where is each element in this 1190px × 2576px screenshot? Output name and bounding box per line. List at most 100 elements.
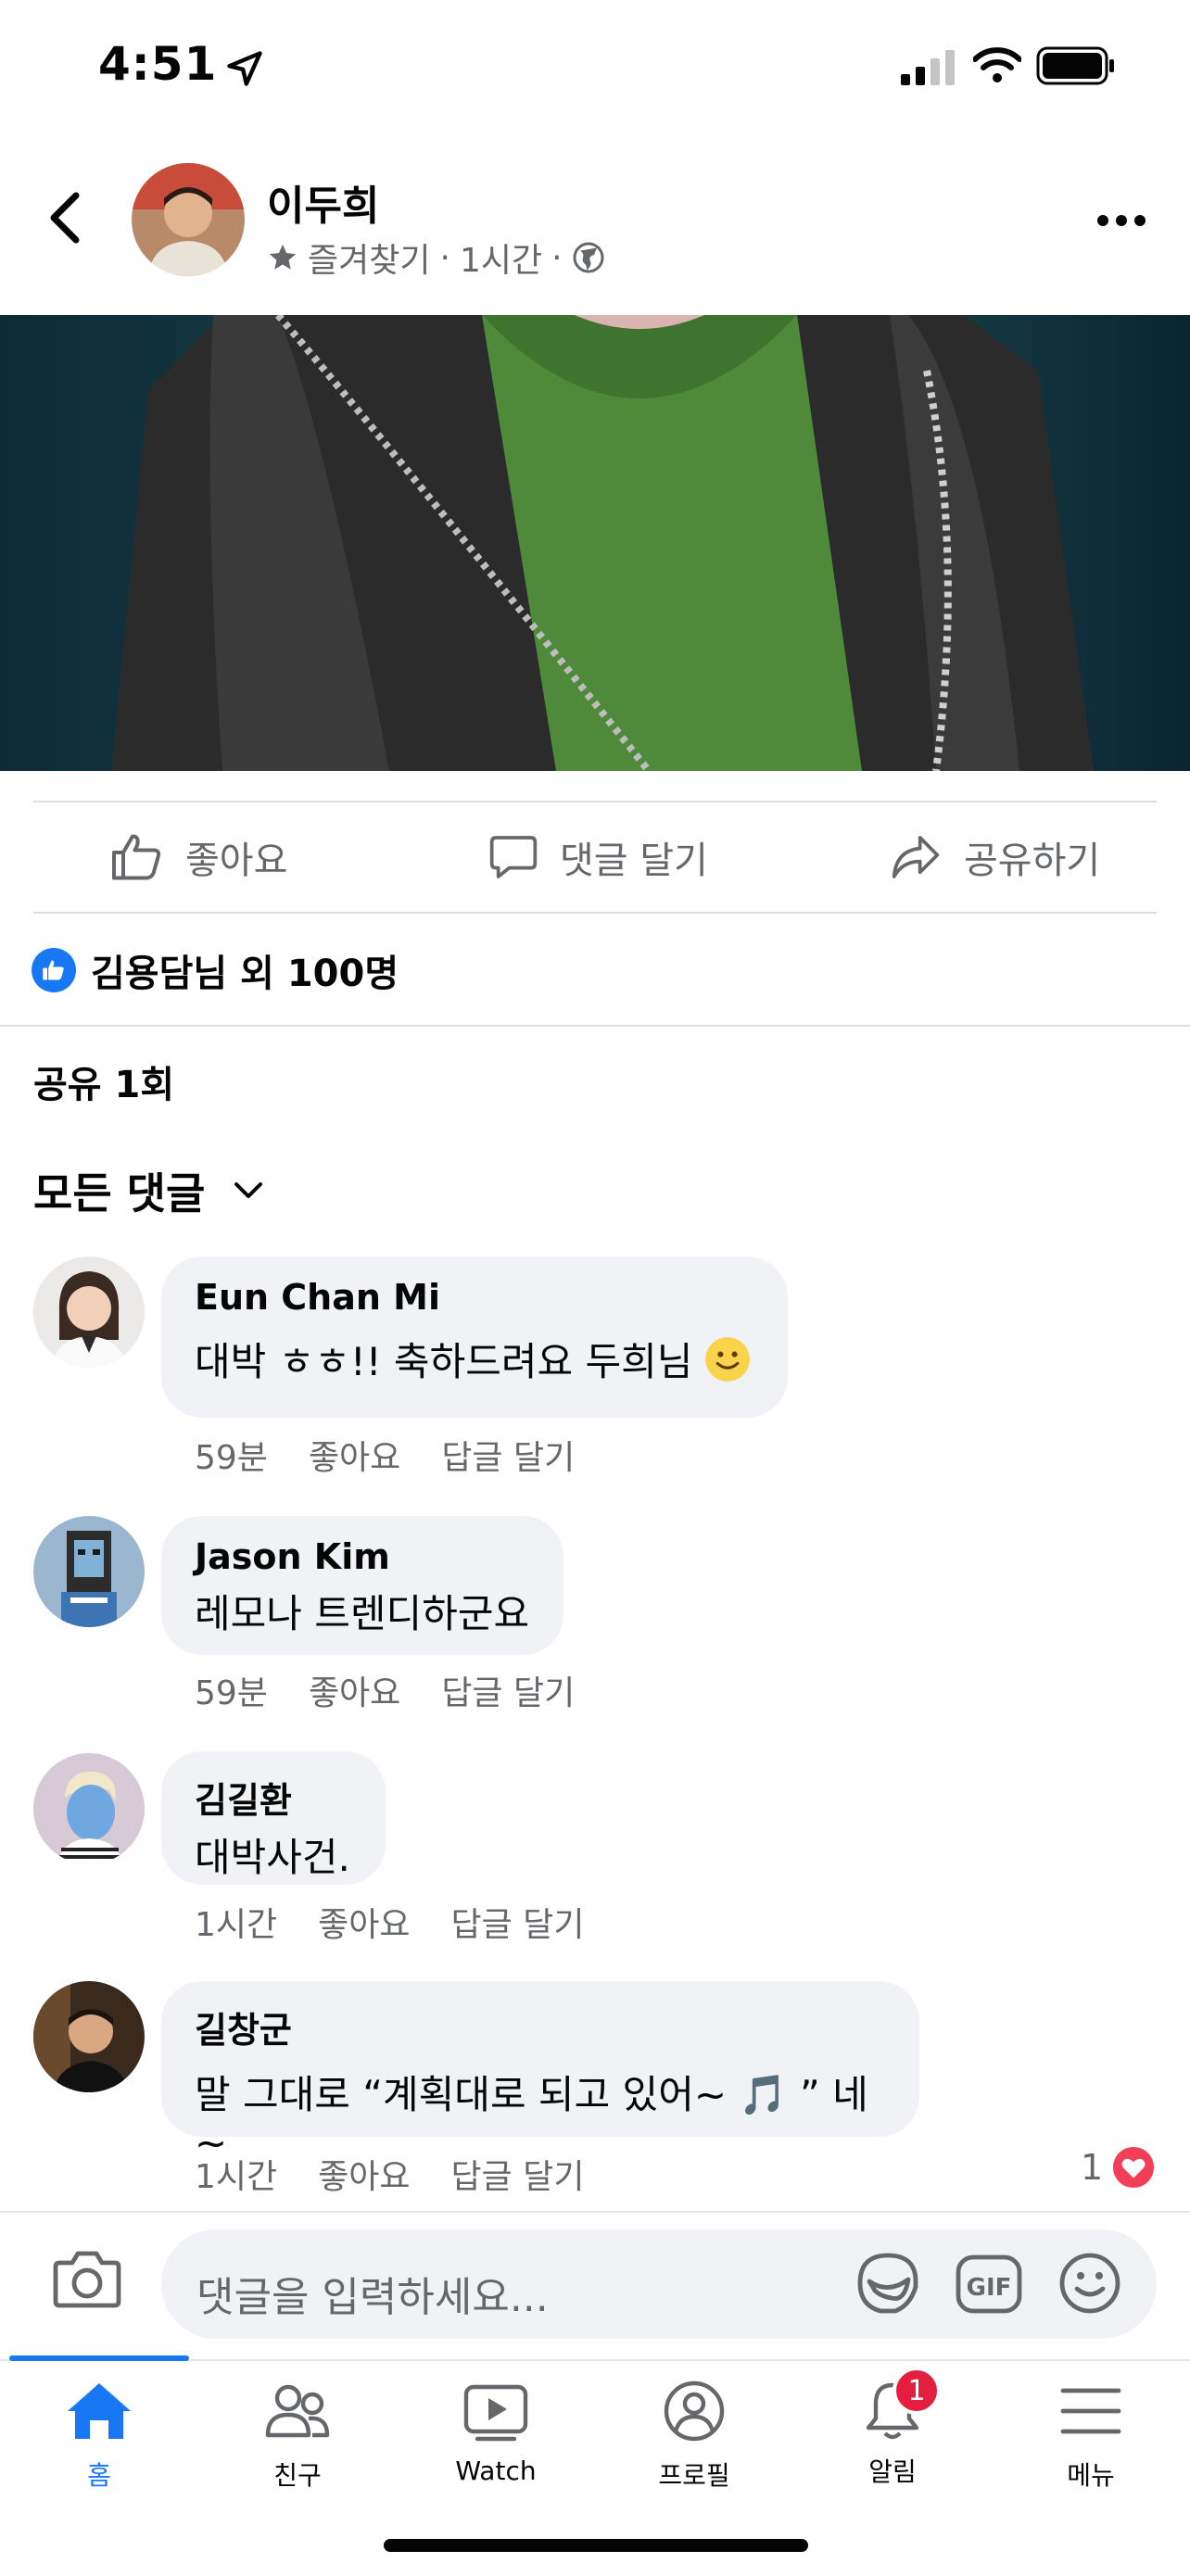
comment-actions: 1시간 좋아요 답글 달기 — [195, 2150, 625, 2198]
like-button[interactable]: 좋아요 — [109, 815, 287, 899]
gif-icon[interactable]: GIF — [955, 2254, 1023, 2315]
comment-text-row: 대박 ㅎㅎ!! 축하드려요 두희님 — [195, 1331, 754, 1387]
comment-like-button[interactable]: 좋아요 — [309, 1666, 400, 1714]
comment-reply-button[interactable]: 답글 달기 — [441, 1666, 575, 1714]
active-tab-indicator — [9, 2355, 189, 2361]
author-name[interactable]: 이두희 — [267, 172, 379, 232]
comment-actions: 59분 좋아요 답글 달기 — [195, 1431, 615, 1479]
comment-actions: 59분 좋아요 답글 달기 — [195, 1666, 615, 1714]
reaction-summary-text: 김용담님 외 100명 — [91, 953, 399, 995]
camera-icon[interactable] — [52, 2248, 122, 2311]
friends-icon — [265, 2384, 330, 2438]
comment-actions: 1시간 좋아요 답글 달기 — [195, 1898, 625, 1946]
comment-sort-label: 모든 댓글 — [33, 1168, 206, 1219]
commenter-avatar[interactable] — [33, 1753, 145, 1864]
share-icon — [892, 836, 940, 878]
profile-icon — [664, 2380, 725, 2442]
commenter-name[interactable]: Jason Kim — [195, 1536, 530, 1577]
post-time[interactable]: 1시간 — [460, 234, 542, 282]
comment-like-button[interactable]: 좋아요 — [318, 1898, 410, 1946]
meta-separator: · — [439, 238, 450, 277]
commenter-name[interactable]: 김길환 — [195, 1772, 352, 1823]
comment-button[interactable]: 댓글 달기 — [487, 815, 708, 899]
tab-watch[interactable]: Watch — [397, 2380, 595, 2486]
more-options-icon[interactable] — [1094, 202, 1149, 239]
post-illustration — [111, 315, 1094, 771]
comment-text: 대박 ㅎㅎ!! 축하드려요 두희님 — [195, 1339, 693, 1384]
tab-label: 알림 — [868, 2456, 917, 2487]
comment-like-button[interactable]: 좋아요 — [318, 2150, 410, 2198]
comment-time: 1시간 — [195, 1906, 278, 1944]
bell-wrapper: 1 — [857, 2367, 941, 2443]
share-label: 공유하기 — [964, 840, 1101, 882]
comment-time: 59분 — [195, 1439, 268, 1477]
heart-reaction-icon — [1113, 2146, 1155, 2189]
signal-icon — [901, 50, 955, 85]
avatar-pixel-art — [33, 1516, 145, 1627]
comment-text: 대박사건. — [195, 1835, 350, 1880]
divider — [33, 912, 1157, 914]
comment-time: 1시간 — [195, 2158, 278, 2196]
smile-emoji-icon — [705, 1336, 751, 1382]
watch-icon — [463, 2384, 528, 2442]
tab-profile[interactable]: 프로필 — [595, 2380, 793, 2493]
thumbs-up-icon — [112, 834, 161, 880]
star-icon — [269, 244, 297, 270]
tab-label: 메뉴 — [1067, 2460, 1115, 2491]
comment-reaction[interactable]: 1 — [1081, 2146, 1155, 2189]
section-divider — [0, 1025, 1190, 1027]
comment-reply-button[interactable]: 답글 달기 — [451, 2150, 585, 2198]
tab-label: 홈 — [87, 2460, 111, 2491]
post-meta: 즐겨찾기 · 1시간 · — [267, 234, 605, 282]
commenter-name[interactable]: 길창군 — [195, 2001, 886, 2052]
home-icon — [68, 2383, 131, 2439]
tab-friends[interactable]: 친구 — [198, 2380, 397, 2493]
comment-label: 댓글 달기 — [560, 840, 708, 882]
tab-home[interactable]: 홈 — [0, 2380, 198, 2493]
battery-icon — [1036, 46, 1114, 85]
tab-notifications[interactable]: 1 알림 — [793, 2367, 992, 2489]
comment-bubble[interactable]: 김길환 대박사건. — [161, 1751, 386, 1885]
home-indicator — [384, 2539, 808, 2552]
wifi-icon — [973, 47, 1021, 82]
tab-label: Watch — [455, 2456, 537, 2486]
menu-icon — [1060, 2388, 1121, 2434]
globe-icon — [573, 242, 604, 273]
avatar-photo — [33, 1981, 145, 2092]
commenter-avatar[interactable] — [33, 1981, 145, 2092]
comment-bubble[interactable]: 길창군 말 그대로 “계획대로 되고 있어~ 🎵 ” 네~ — [161, 1981, 919, 2166]
divider — [33, 801, 1157, 802]
tab-label: 친구 — [273, 2460, 322, 2491]
avatar-photo — [33, 1256, 145, 1368]
tab-menu[interactable]: 메뉴 — [992, 2380, 1190, 2493]
author-avatar[interactable] — [132, 163, 245, 276]
back-icon[interactable] — [46, 190, 83, 246]
comment-like-button[interactable]: 좋아요 — [309, 1431, 400, 1479]
comment-input-placeholder: 댓글을 입력하세요... — [196, 2274, 549, 2321]
comment-reply-button[interactable]: 답글 달기 — [451, 1898, 585, 1946]
comment-icon — [489, 836, 538, 878]
like-label: 좋아요 — [185, 840, 288, 882]
svg-text:GIF: GIF — [967, 2274, 1012, 2302]
comment-reaction-count: 1 — [1081, 2147, 1104, 2188]
like-reaction-icon — [32, 948, 76, 992]
commenter-name[interactable]: Eun Chan Mi — [195, 1277, 754, 1318]
post-image[interactable] — [0, 315, 1190, 771]
comment-sort-dropdown[interactable]: 모든 댓글 — [33, 1160, 264, 1221]
comment-time: 59분 — [195, 1674, 268, 1712]
comment-bubble[interactable]: Jason Kim 레모나 트렌디하군요 — [161, 1516, 563, 1655]
author-photo — [132, 163, 245, 276]
reaction-summary[interactable]: 김용담님 외 100명 — [32, 943, 399, 997]
emoji-icon[interactable] — [1057, 2250, 1123, 2317]
sticker-icon[interactable] — [855, 2250, 921, 2317]
share-count[interactable]: 공유 1회 — [33, 1054, 174, 1108]
meta-separator-2: · — [551, 238, 563, 277]
commenter-avatar[interactable] — [33, 1516, 145, 1627]
notification-badge: 1 — [892, 2367, 941, 2415]
share-button[interactable]: 공유하기 — [888, 815, 1100, 899]
comment-text: 레모나 트렌디하군요 — [195, 1591, 530, 1636]
comment-reply-button[interactable]: 답글 달기 — [441, 1431, 575, 1479]
tab-label: 프로필 — [658, 2460, 730, 2491]
comment-bubble[interactable]: Eun Chan Mi 대박 ㅎㅎ!! 축하드려요 두희님 — [161, 1256, 788, 1418]
commenter-avatar[interactable] — [33, 1256, 145, 1368]
